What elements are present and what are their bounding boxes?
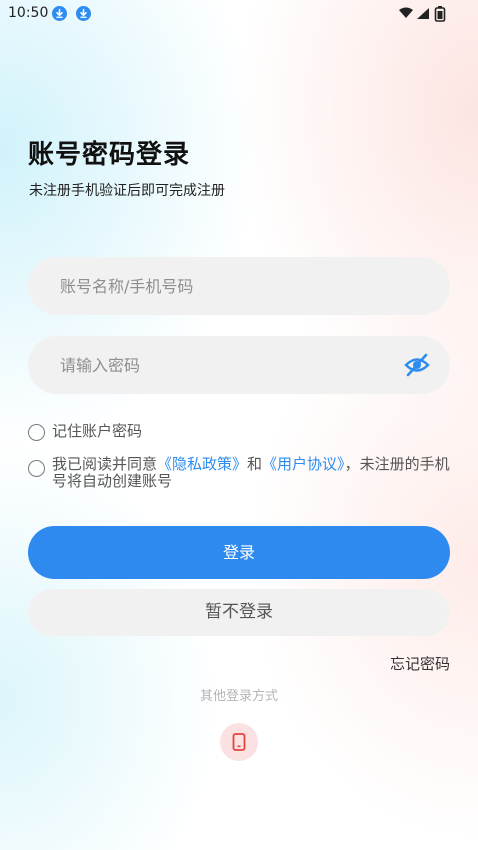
status-bar: 10:50 [0,0,478,30]
agreement-conjunction: 和 [247,455,263,473]
remember-password-label: 记住账户密码 [52,422,143,440]
page-subtitle: 未注册手机验证后即可完成注册 [29,183,225,199]
wifi-icon [399,7,413,18]
forgot-password-link[interactable]: 忘记密码 [390,653,450,674]
privacy-policy-link[interactable]: 《隐私政策》 [157,455,247,473]
password-input[interactable] [60,336,400,394]
user-agreement-link[interactable]: 《用户协议》 [262,455,345,473]
signal-icon [417,8,429,19]
phone-icon [232,733,246,751]
password-field[interactable] [28,336,450,394]
download-icon [52,6,67,21]
agreement-prefix: 我已阅读并同意 [52,455,158,473]
agreement-radio[interactable] [28,460,45,477]
skip-login-button[interactable]: 暂不登录 [28,589,450,636]
download-icon [76,6,91,21]
system-status-icons [399,6,446,22]
agreement-text: 我已阅读并同意《隐私政策》和《用户协议》，未注册的手机号将自动创建账号 [52,456,450,490]
account-field[interactable] [28,257,450,315]
other-login-methods-label: 其他登录方式 [199,689,278,704]
phone-login-button[interactable] [220,723,258,761]
login-button[interactable]: 登录 [28,526,450,579]
page-title: 账号密码登录 [28,140,191,170]
account-input[interactable] [60,257,400,315]
battery-icon [434,6,446,22]
status-time: 10:50 [8,5,49,21]
eye-off-icon[interactable] [404,353,430,377]
remember-password-radio[interactable] [28,424,45,441]
